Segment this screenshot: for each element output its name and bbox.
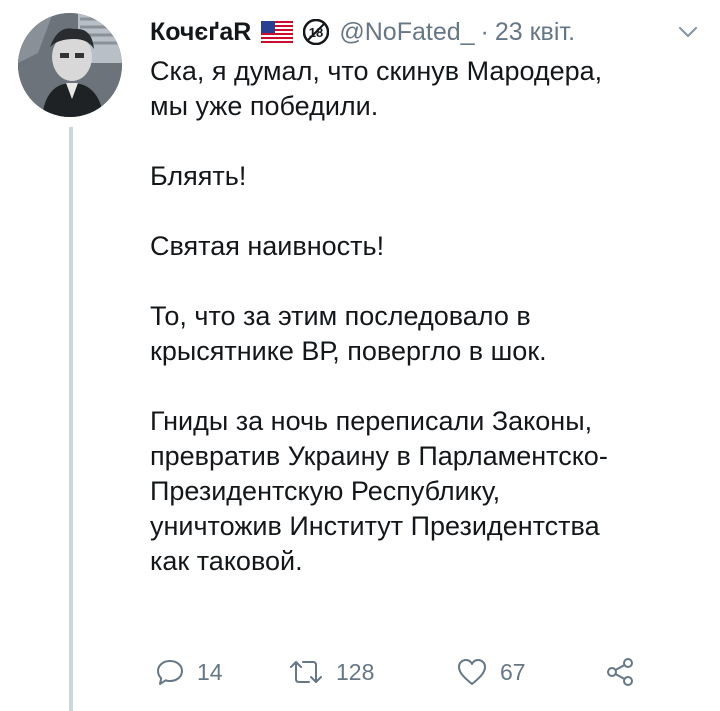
- like-count: 67: [500, 658, 526, 685]
- author-name[interactable]: КочєґаR: [150, 18, 251, 47]
- tweet-paragraph: Ска, я думал, что скинув Мародера, мы уж…: [150, 56, 603, 121]
- age-18-badge-icon: 18: [303, 18, 330, 46]
- avatar-image: [18, 13, 122, 117]
- tweet-paragraph: То, что за этим последовало в крысятнике…: [150, 301, 547, 366]
- us-flag-icon: [261, 20, 294, 44]
- tweet-paragraph: Святая наивность!: [150, 231, 385, 261]
- share-button[interactable]: [604, 656, 636, 688]
- reply-button[interactable]: 14: [155, 657, 288, 687]
- retweet-icon: [290, 661, 322, 683]
- reply-icon: [157, 660, 183, 685]
- share-icon: [607, 658, 633, 686]
- tweet-paragraph: Гниды за ночь переписали Законы, преврат…: [150, 406, 608, 576]
- tweet-actions: 14 128 67: [155, 652, 636, 692]
- avatar[interactable]: [18, 13, 122, 117]
- header-separator: ·: [480, 17, 489, 46]
- heart-icon: [458, 659, 486, 685]
- chevron-down-icon[interactable]: [676, 22, 700, 42]
- tweet-paragraph: Бляять!: [150, 161, 247, 191]
- author-handle[interactable]: @NoFated_: [339, 18, 474, 47]
- tweet-header: КочєґаR 18 @NoFated_ · 23 квіт.: [150, 14, 575, 50]
- retweet-button[interactable]: 128: [288, 657, 456, 687]
- like-button[interactable]: 67: [456, 657, 604, 687]
- thread-line: [69, 127, 73, 711]
- reply-count: 14: [197, 658, 223, 685]
- tweet-date[interactable]: 23 квіт.: [495, 18, 575, 47]
- retweet-count: 128: [336, 658, 375, 685]
- tweet-text: Ска, я думал, что скинув Мародера, мы уж…: [150, 54, 690, 614]
